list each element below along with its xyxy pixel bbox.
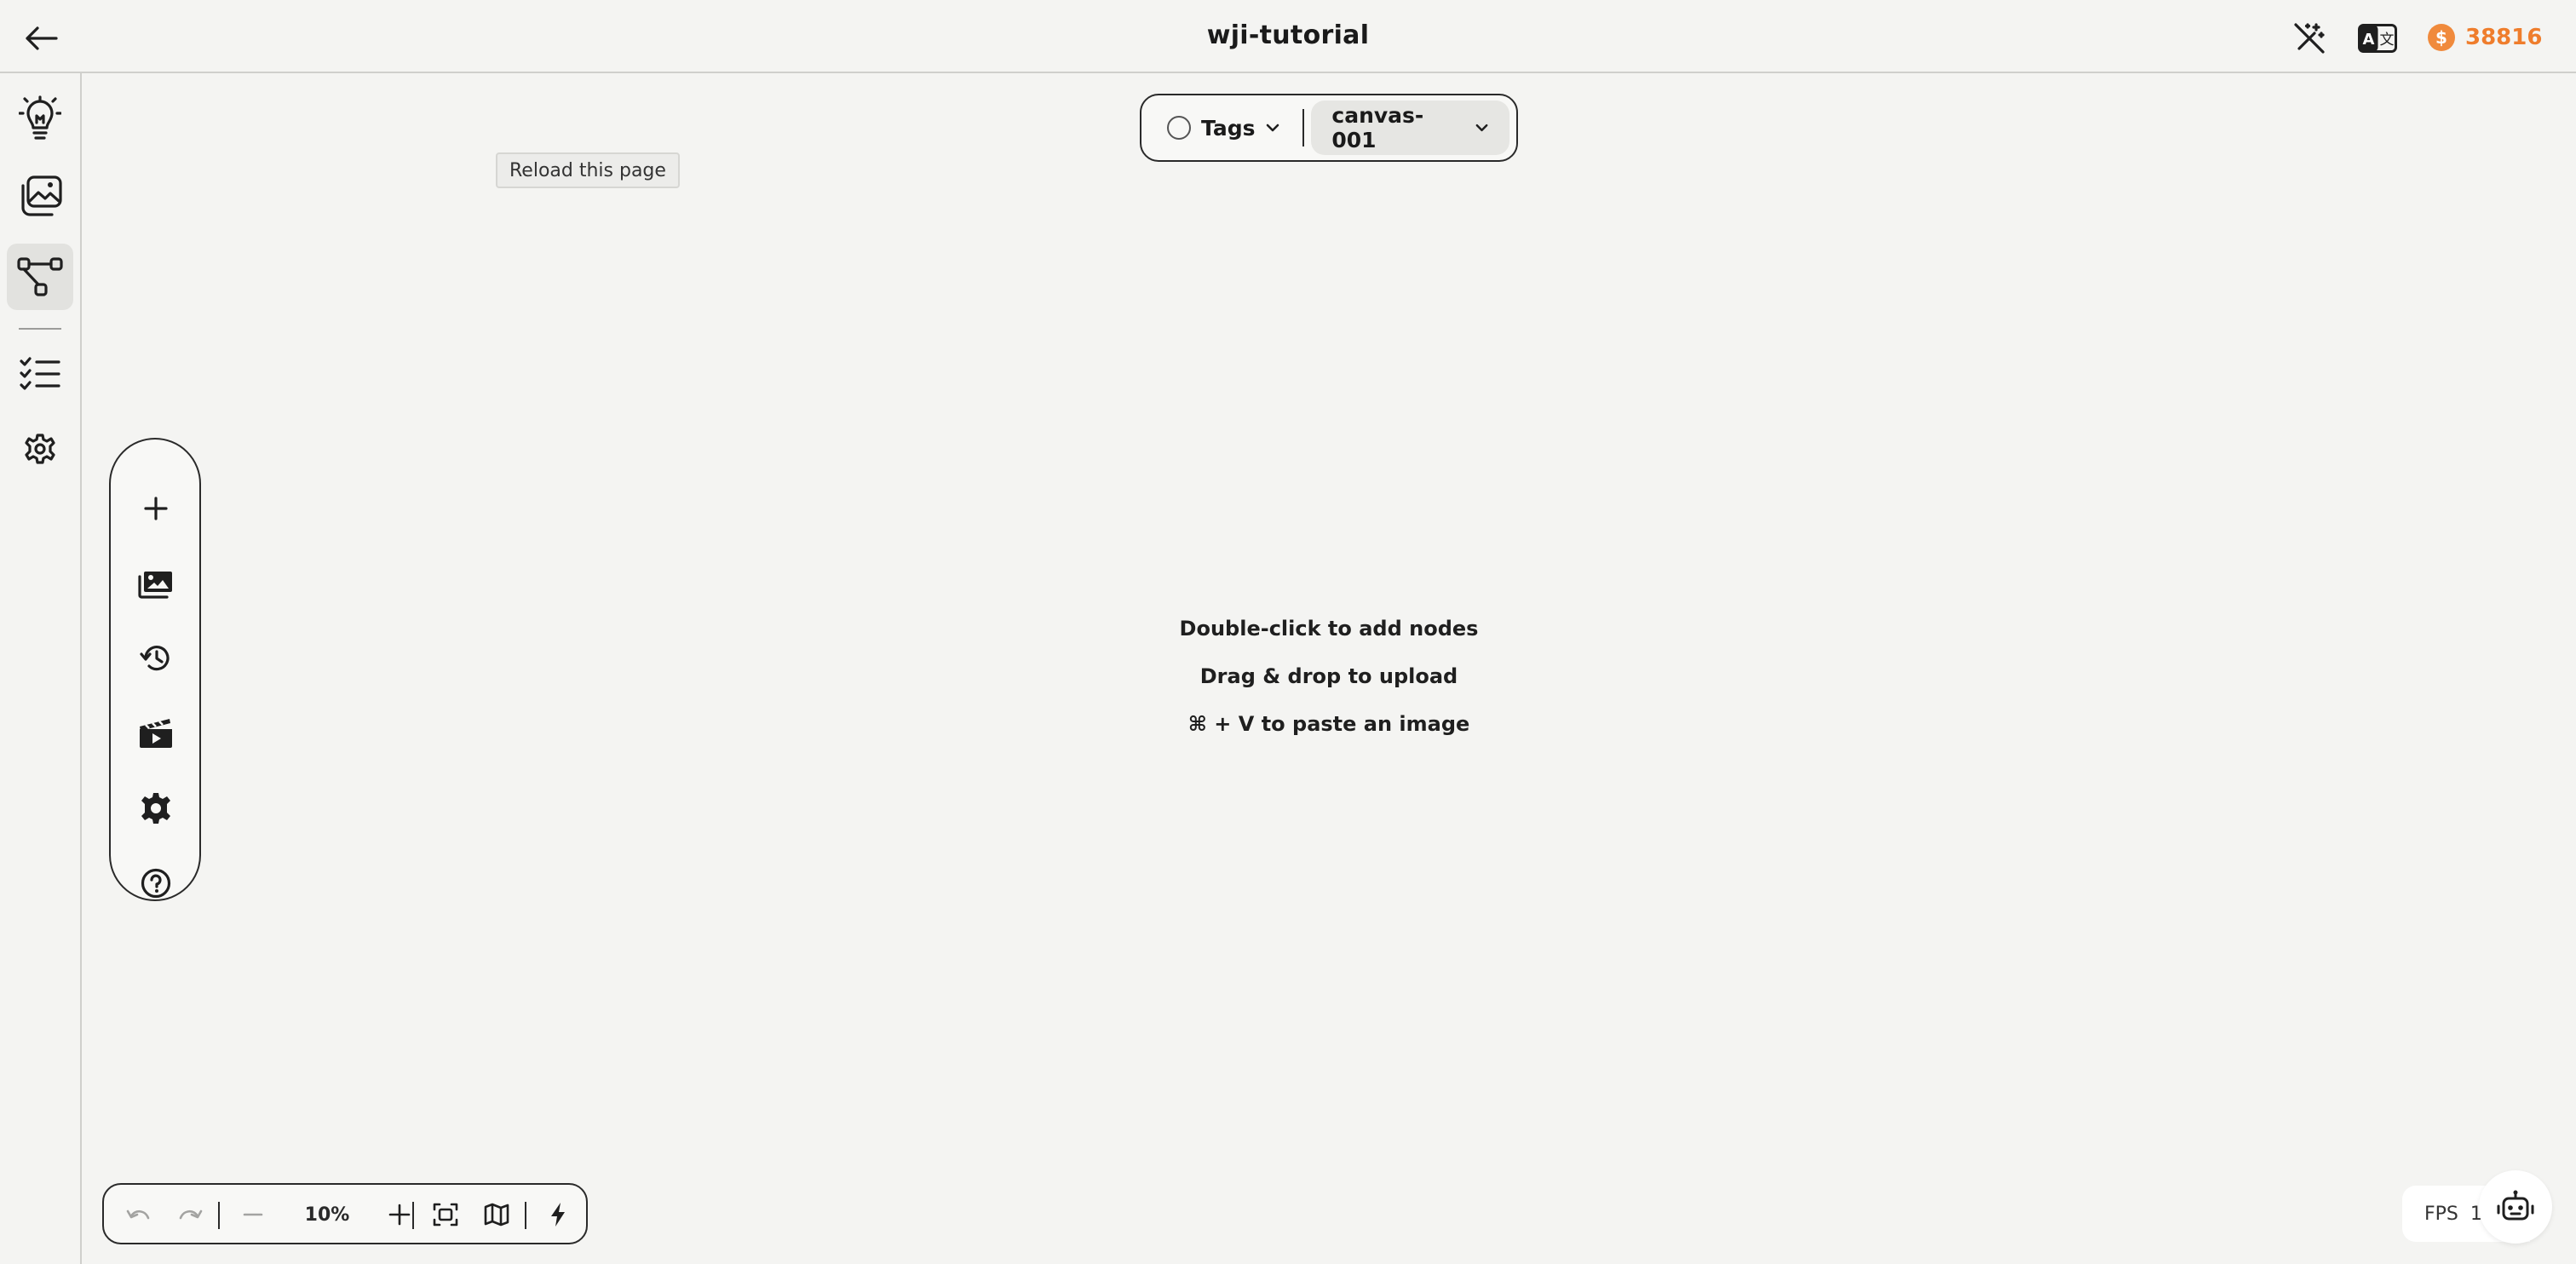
language-toggle-button[interactable]: A 文 bbox=[2358, 19, 2397, 58]
chevron-down-icon bbox=[1475, 124, 1488, 132]
coin-icon: $ bbox=[2428, 24, 2455, 51]
tags-dropdown[interactable]: Tags bbox=[1167, 102, 1280, 153]
plus-icon bbox=[388, 1204, 411, 1226]
canvas-dropdown[interactable]: canvas-001 bbox=[1311, 101, 1509, 155]
zoom-in-button[interactable] bbox=[377, 1193, 423, 1236]
translate-icon: A 文 bbox=[2358, 24, 2397, 53]
fit-view-button[interactable] bbox=[423, 1193, 469, 1236]
media-library-button[interactable] bbox=[129, 557, 182, 610]
reload-tooltip: Reload this page bbox=[496, 152, 680, 188]
checklist-icon bbox=[20, 357, 60, 390]
plus-icon bbox=[144, 497, 168, 520]
help-icon bbox=[141, 868, 171, 899]
images-icon bbox=[138, 572, 172, 599]
map-icon bbox=[484, 1203, 509, 1227]
assistant-button[interactable] bbox=[2479, 1170, 2552, 1244]
canvas-label: canvas-001 bbox=[1331, 103, 1424, 152]
fit-screen-icon bbox=[433, 1203, 458, 1227]
gear-icon bbox=[25, 434, 55, 464]
project-title: wji-tutorial bbox=[1206, 20, 1370, 50]
left-navigation-rail bbox=[0, 73, 82, 1264]
canvas-controls: 10% bbox=[102, 1183, 588, 1244]
workflow-settings-button[interactable] bbox=[129, 782, 182, 835]
lightbulb-icon bbox=[19, 95, 61, 140]
redo-icon bbox=[179, 1209, 203, 1220]
minus-icon bbox=[243, 1213, 263, 1216]
fps-label: FPS bbox=[2424, 1203, 2458, 1225]
rail-item-ideas[interactable] bbox=[7, 85, 73, 152]
undo-button[interactable] bbox=[118, 1193, 160, 1236]
history-icon bbox=[140, 646, 170, 671]
rail-item-gallery[interactable] bbox=[7, 164, 73, 230]
help-button[interactable] bbox=[129, 857, 182, 910]
robot-icon bbox=[2497, 1190, 2534, 1221]
redo-button[interactable] bbox=[169, 1193, 211, 1236]
floating-toolbar bbox=[109, 438, 201, 901]
hint-double-click: Double-click to add nodes bbox=[1179, 617, 1479, 641]
wand-slash-icon bbox=[2294, 23, 2325, 54]
canvas-selector-bar: Tags canvas-001 bbox=[1140, 94, 1518, 162]
empty-canvas-hints: Double-click to add nodes Drag & drop to… bbox=[1022, 605, 1636, 748]
workflow-icon bbox=[17, 257, 63, 296]
chevron-down-icon bbox=[1267, 124, 1279, 132]
circle-icon bbox=[1167, 116, 1191, 140]
rail-divider bbox=[19, 328, 61, 330]
divider bbox=[525, 1202, 526, 1229]
zoom-out-button[interactable] bbox=[230, 1193, 276, 1236]
rail-item-tasks[interactable] bbox=[7, 341, 73, 407]
divider bbox=[1302, 109, 1305, 147]
rail-item-settings[interactable] bbox=[7, 416, 73, 482]
quick-run-button[interactable] bbox=[537, 1193, 579, 1236]
credits-balance[interactable]: $ 38816 bbox=[2428, 20, 2542, 55]
clapperboard-icon bbox=[140, 719, 172, 748]
hint-paste: ⌘ + V to paste an image bbox=[1187, 712, 1470, 736]
video-button[interactable] bbox=[129, 707, 182, 760]
history-button[interactable] bbox=[129, 632, 182, 685]
hint-drag-drop: Drag & drop to upload bbox=[1199, 664, 1458, 688]
image-gallery-icon bbox=[21, 175, 62, 216]
gear-icon bbox=[141, 793, 170, 824]
add-node-button[interactable] bbox=[129, 482, 182, 535]
divider bbox=[412, 1202, 414, 1229]
lightning-icon bbox=[551, 1203, 565, 1227]
zoom-level[interactable]: 10% bbox=[285, 1193, 370, 1236]
rail-item-workflow[interactable] bbox=[7, 244, 73, 310]
magic-wand-off-button[interactable] bbox=[2290, 19, 2329, 58]
svg-text:A: A bbox=[2363, 31, 2375, 49]
tags-label: Tags bbox=[1201, 115, 1256, 141]
top-header: wji-tutorial A 文 $ 38816 bbox=[0, 0, 2576, 73]
undo-icon bbox=[126, 1209, 150, 1220]
svg-text:文: 文 bbox=[2380, 32, 2395, 49]
minimap-button[interactable] bbox=[474, 1193, 520, 1236]
credits-value: 38816 bbox=[2465, 25, 2543, 50]
divider bbox=[218, 1202, 220, 1229]
